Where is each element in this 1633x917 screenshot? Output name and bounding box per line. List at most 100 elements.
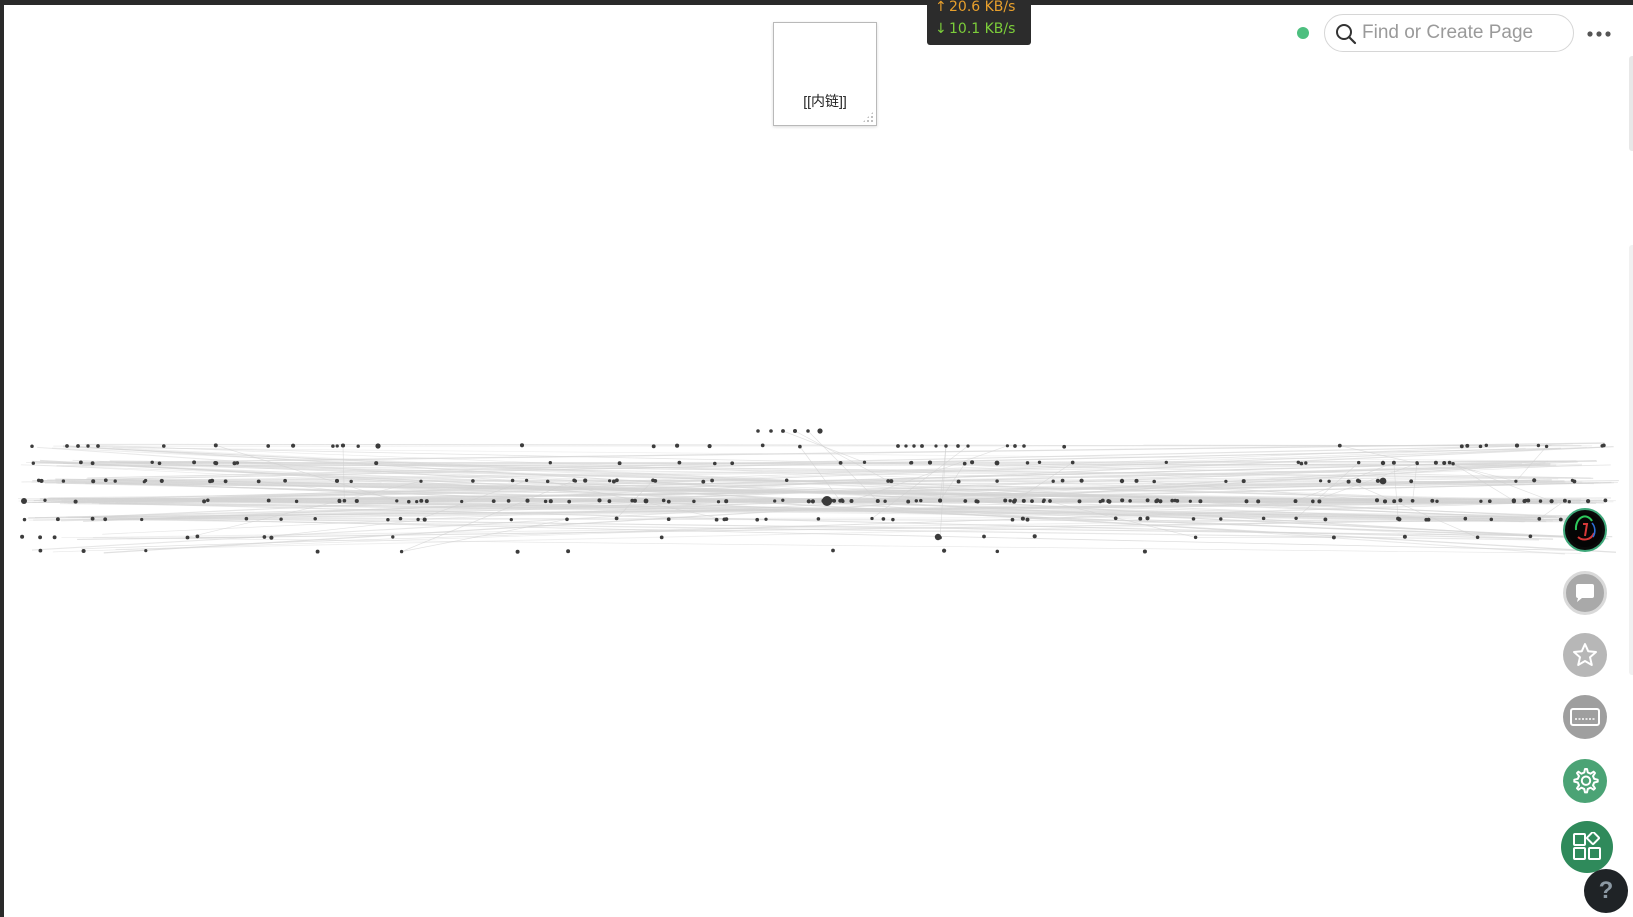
graph-node[interactable] [1549,499,1554,504]
graph-hub-node[interactable] [1380,460,1386,466]
graph-node[interactable] [543,499,548,504]
graph-node[interactable] [515,549,520,554]
graph-node[interactable] [995,549,1000,554]
graph-node[interactable] [356,444,360,448]
graph-node[interactable] [1013,498,1017,503]
graph-node[interactable] [266,444,271,448]
graph-node[interactable] [313,517,317,521]
graph-node[interactable] [79,460,83,465]
graph-node[interactable] [55,517,60,522]
graph-node[interactable] [565,517,569,522]
graph-node[interactable] [1514,443,1520,448]
keyboard-button[interactable] [1563,695,1607,739]
graph-node[interactable] [769,429,773,433]
graph-node[interactable] [103,517,108,522]
graph-node[interactable] [1048,499,1052,503]
graph-node[interactable] [1138,516,1143,521]
graph-node[interactable] [235,461,240,465]
graph-node[interactable] [1410,498,1415,503]
user-avatar-button[interactable] [1563,508,1607,552]
graph-node[interactable] [524,478,529,483]
graph-node[interactable] [1198,499,1203,504]
graph-node[interactable] [798,444,802,449]
graph-node[interactable] [597,498,602,503]
graph-node[interactable] [906,499,911,504]
graph-node[interactable] [86,444,90,448]
graph-node[interactable] [1430,498,1435,503]
page-preview-popup[interactable]: [[内链]] [773,22,877,126]
graph-node[interactable] [1562,498,1567,503]
graph-node[interactable] [1244,499,1249,504]
resize-grip-icon[interactable] [862,111,874,123]
graph-node[interactable] [677,460,682,465]
graph-node[interactable] [386,517,390,522]
graph-node[interactable] [269,535,274,540]
graph-node[interactable] [22,517,27,522]
graph-node[interactable] [1465,443,1470,448]
graph-node[interactable] [337,499,342,504]
graph-node[interactable] [1374,498,1380,503]
graph-node[interactable] [651,478,655,483]
graph-node[interactable] [666,499,671,504]
graph-node[interactable] [974,499,979,504]
graph-node[interactable] [1164,460,1168,465]
graph-node[interactable] [1106,499,1111,504]
graph-node[interactable] [666,517,671,522]
graph-node[interactable] [424,499,429,504]
graph-node[interactable] [1304,461,1308,465]
graph-hub-node[interactable] [1379,477,1387,485]
graph-node[interactable] [159,478,164,483]
graph-node[interactable] [1170,498,1175,503]
graph-node[interactable] [96,444,100,448]
graph-node[interactable] [756,429,760,433]
graph-node[interactable] [1382,499,1388,504]
graph-node[interactable] [934,444,938,448]
graph-node[interactable] [755,517,760,522]
graph-node[interactable] [340,443,346,448]
graph-node[interactable] [91,479,96,484]
graph-node[interactable] [1191,517,1196,521]
graph-node[interactable] [294,499,299,504]
graph-node[interactable] [1188,499,1192,503]
graph-hub-node[interactable] [643,498,649,504]
graph-node[interactable] [349,479,353,484]
graph-node[interactable] [1447,460,1452,465]
graph-node[interactable] [422,517,427,522]
graph-node[interactable] [1025,517,1030,522]
graph-node[interactable] [614,516,619,521]
graph-node[interactable] [781,498,785,502]
graph-node[interactable] [506,499,511,503]
graph-node[interactable] [927,460,933,465]
graph-node[interactable] [1346,479,1351,484]
graph-node[interactable] [572,478,577,483]
graph-node[interactable] [675,443,680,448]
graph-node[interactable] [1528,534,1533,539]
graph-node[interactable] [784,478,789,483]
graph-node[interactable] [398,516,403,521]
graph-node[interactable] [1261,516,1266,521]
graph-node[interactable] [909,461,913,465]
graph-node[interactable] [1484,443,1489,448]
graph-node[interactable] [875,498,880,504]
graph-node[interactable] [491,499,496,504]
graph-node[interactable] [1311,499,1315,503]
graph-node[interactable] [1426,517,1431,522]
graph-hub-node[interactable] [994,460,1000,466]
graph-node[interactable] [38,548,43,553]
graph-node[interactable] [608,479,612,483]
settings-button[interactable] [1563,759,1607,803]
graph-node[interactable] [1041,499,1046,504]
graph-node[interactable] [760,443,765,448]
graph-node[interactable] [1601,443,1606,448]
graph-node[interactable] [914,499,918,503]
graph-node[interactable] [1415,461,1419,465]
graph-node[interactable] [831,548,835,553]
graph-node[interactable] [545,479,550,484]
graph-node[interactable] [615,478,619,483]
graph-node[interactable] [195,534,200,539]
graph-node[interactable] [354,498,359,504]
graph-node[interactable] [1402,534,1407,539]
graph-node[interactable] [1060,478,1065,483]
graph-node[interactable] [1511,498,1516,503]
graph-node[interactable] [633,498,637,503]
